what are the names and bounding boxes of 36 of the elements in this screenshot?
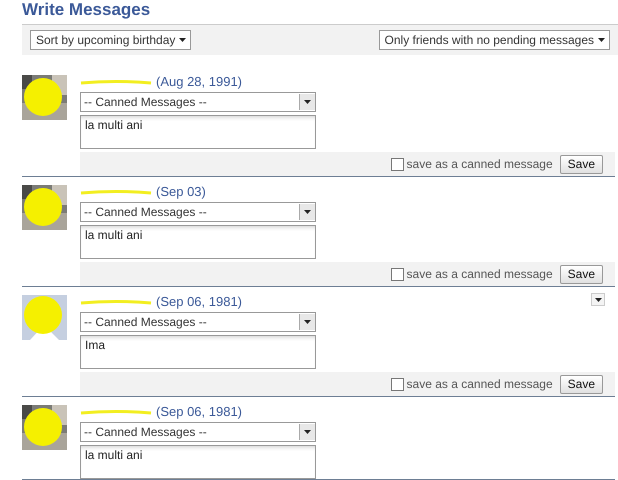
checkbox-label: save as a canned message (406, 267, 553, 281)
save-button[interactable]: Save (560, 264, 603, 284)
message-field[interactable]: la multi ani (80, 445, 316, 479)
message-field[interactable]: Ima (80, 335, 316, 369)
canned-messages-dropdown[interactable]: -- Canned Messages -- (80, 312, 316, 332)
page-title: Write Messages (22, 0, 152, 21)
avatar (22, 405, 67, 450)
checkbox-label: save as a canned message (406, 377, 553, 391)
avatar (22, 295, 67, 340)
canned-checkbox[interactable] (390, 268, 404, 280)
message-field[interactable]: la multi ani (80, 225, 316, 259)
caret-icon (304, 320, 311, 324)
caret-icon (304, 210, 311, 214)
message-field[interactable]: la multi ani (80, 115, 316, 149)
birthday-date: (Sep 06, 1981) (156, 404, 242, 419)
canned-messages-dropdown[interactable]: -- Canned Messages -- (80, 422, 316, 442)
save-button[interactable]: Save (560, 374, 603, 394)
caret-icon (598, 38, 605, 42)
birthday-date: (Aug 28, 1991) (156, 74, 242, 89)
birthday-date: (Sep 06, 1981) (156, 294, 242, 309)
avatar (22, 185, 67, 230)
save-button[interactable]: Save (560, 154, 603, 174)
birthday-date: (Sep 03) (156, 184, 206, 199)
checkbox-label: save as a canned message (406, 157, 553, 171)
canned-checkbox[interactable] (390, 378, 404, 390)
sort-dropdown[interactable]: Sort by upcoming birthday (30, 30, 192, 50)
caret-icon (594, 298, 602, 302)
canned-checkbox[interactable] (390, 158, 404, 170)
caret-icon (304, 430, 311, 434)
avatar (22, 75, 67, 120)
caret-icon (179, 38, 186, 42)
menu-button[interactable] (591, 293, 605, 306)
canned-messages-dropdown[interactable]: -- Canned Messages -- (80, 202, 316, 222)
filter-dropdown[interactable]: Only friends with no pending messages (378, 30, 610, 50)
canned-messages-dropdown[interactable]: -- Canned Messages -- (80, 92, 316, 112)
caret-icon (304, 100, 311, 104)
